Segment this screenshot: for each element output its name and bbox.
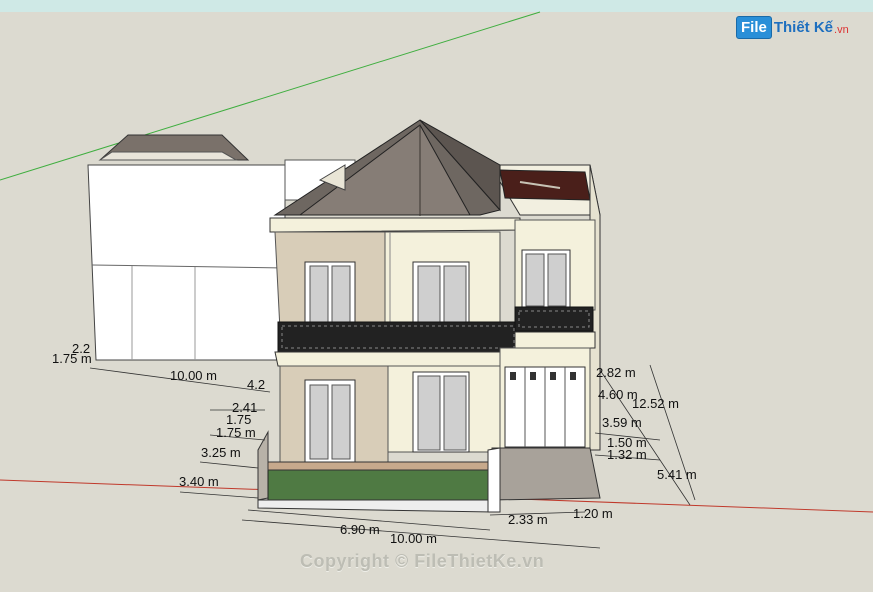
- dim-label: 1.20 m: [573, 506, 613, 521]
- site-logo: File Thiết Kế .vn: [736, 14, 849, 40]
- dim-label: 2.33 m: [508, 512, 548, 527]
- dim-label: 4.2: [247, 377, 266, 392]
- dim-label: 3.40 m: [179, 474, 219, 489]
- dim-label: 3.25 m: [201, 445, 241, 460]
- dim-label: 2.82 m: [596, 365, 636, 380]
- dim-label: 6.90 m: [340, 522, 380, 537]
- dim-label: 10.00 m: [390, 531, 437, 546]
- dim-label: 1.75 m: [216, 425, 256, 440]
- dim-label: 5.41 m: [657, 467, 697, 482]
- logo-text: Thiết Kế: [773, 18, 834, 36]
- house-model: [0, 11, 873, 549]
- dim-label: 12.52 m: [632, 396, 679, 411]
- copyright-watermark: Copyright © FileThietKe.vn: [300, 551, 545, 571]
- dim-label: 1.75 m: [52, 351, 92, 366]
- dim-label: 1.32 m: [607, 447, 647, 462]
- dim-label: 10.00 m: [170, 368, 217, 383]
- sketchup-viewport[interactable]: 2.2 1.75 m 10.00 m 4.2 2.41 1.75 1.75 m …: [0, 0, 873, 592]
- logo-tld: .vn: [834, 24, 849, 36]
- dim-label: 3.59 m: [602, 415, 642, 430]
- logo-badge: File: [736, 15, 772, 39]
